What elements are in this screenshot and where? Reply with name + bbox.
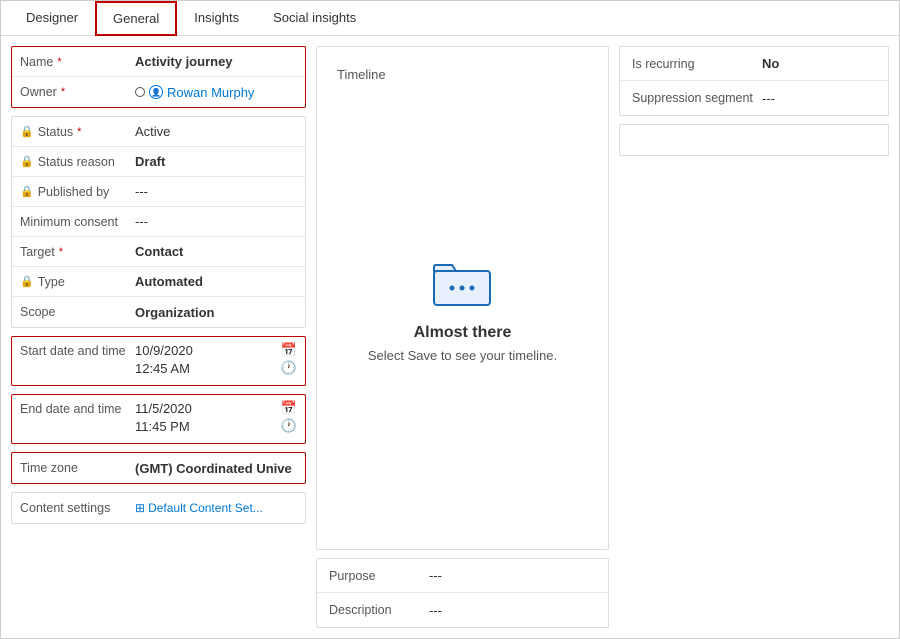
type-value: Automated <box>135 274 297 289</box>
published-lock-icon: 🔒 <box>20 185 34 198</box>
tab-bar: Designer General Insights Social insight… <box>1 1 899 36</box>
type-label: 🔒 Type <box>20 275 135 289</box>
is-recurring-value: No <box>762 56 876 71</box>
end-clock-icon[interactable]: 🕐 <box>281 418 297 434</box>
status-row: 🔒 Status * Active <box>12 117 305 147</box>
published-by-row: 🔒 Published by --- <box>12 177 305 207</box>
owner-required: * <box>61 86 65 98</box>
main-content: Name * Activity journey Owner * 👤 <box>1 36 899 638</box>
suppression-value: --- <box>762 91 876 106</box>
form-section-top: Name * Activity journey Owner * 👤 <box>11 46 306 108</box>
end-date-date[interactable]: 11/5/2020 <box>135 401 192 416</box>
description-label: Description <box>329 603 429 617</box>
form-section-middle: 🔒 Status * Active 🔒 Status reason Draft <box>11 116 306 328</box>
name-value[interactable]: Activity journey <box>135 54 297 69</box>
start-date-section: Start date and time 10/9/2020 📅 12:45 AM… <box>11 336 306 386</box>
tab-social-insights[interactable]: Social insights <box>256 1 373 36</box>
start-date-values: 10/9/2020 📅 12:45 AM 🕐 <box>135 342 297 376</box>
owner-value[interactable]: 👤 Rowan Murphy <box>135 85 297 100</box>
published-by-value: --- <box>135 184 297 199</box>
target-value: Contact <box>135 244 297 259</box>
status-reason-row: 🔒 Status reason Draft <box>12 147 305 177</box>
type-row: 🔒 Type Automated <box>12 267 305 297</box>
description-row: Description --- <box>317 593 608 627</box>
folder-icon-container: Almost there Select Save to see your tim… <box>368 92 557 529</box>
purpose-value[interactable]: --- <box>429 568 596 583</box>
is-recurring-row: Is recurring No <box>620 47 888 81</box>
start-date-row: Start date and time 10/9/2020 📅 12:45 AM… <box>12 337 305 385</box>
folder-icon <box>432 259 492 312</box>
start-clock-icon[interactable]: 🕐 <box>281 360 297 376</box>
end-date-time[interactable]: 11:45 PM <box>135 419 190 434</box>
middle-panel: Timeline Almo <box>316 46 609 628</box>
start-date-time[interactable]: 12:45 AM <box>135 361 190 376</box>
status-reason-label: 🔒 Status reason <box>20 155 135 169</box>
start-date-date-row: 10/9/2020 📅 <box>135 342 297 358</box>
end-date-values: 11/5/2020 📅 11:45 PM 🕐 <box>135 400 297 434</box>
start-date-label: Start date and time <box>20 342 135 358</box>
minimum-consent-row: Minimum consent --- <box>12 207 305 237</box>
app-container: Designer General Insights Social insight… <box>0 0 900 639</box>
is-recurring-label: Is recurring <box>632 57 762 71</box>
content-settings-label: Content settings <box>20 501 135 515</box>
owner-label: Owner * <box>20 85 135 99</box>
status-label: 🔒 Status * <box>20 125 135 139</box>
scope-label: Scope <box>20 305 135 319</box>
scope-value: Organization <box>135 305 297 320</box>
scope-row: Scope Organization <box>12 297 305 327</box>
description-value[interactable]: --- <box>429 603 596 618</box>
content-settings-grid-icon: ⊞ <box>135 501 145 515</box>
start-calendar-icon[interactable]: 📅 <box>281 342 297 358</box>
end-date-date-row: 11/5/2020 📅 <box>135 400 297 416</box>
target-required: * <box>59 246 63 258</box>
minimum-consent-value: --- <box>135 214 297 229</box>
empty-right-box <box>619 124 889 156</box>
timezone-row: Time zone (GMT) Coordinated Unive <box>12 453 305 483</box>
start-date-time-row: 12:45 AM 🕐 <box>135 360 297 376</box>
content-settings-section: Content settings ⊞ Default Content Set..… <box>11 492 306 524</box>
tab-designer[interactable]: Designer <box>9 1 95 36</box>
end-date-label: End date and time <box>20 400 135 416</box>
content-settings-row: Content settings ⊞ Default Content Set..… <box>12 493 305 523</box>
owner-row: Owner * 👤 Rowan Murphy <box>12 77 305 107</box>
right-info-box: Is recurring No Suppression segment --- <box>619 46 889 116</box>
end-date-time-row: 11:45 PM 🕐 <box>135 418 297 434</box>
minimum-consent-label: Minimum consent <box>20 215 135 229</box>
status-reason-lock-icon: 🔒 <box>20 155 34 168</box>
almost-there-heading: Almost there <box>414 324 512 342</box>
status-reason-value: Draft <box>135 154 297 169</box>
end-calendar-icon[interactable]: 📅 <box>281 400 297 416</box>
owner-person-icon: 👤 <box>149 85 163 99</box>
left-panel: Name * Activity journey Owner * 👤 <box>11 46 306 628</box>
tab-insights[interactable]: Insights <box>177 1 256 36</box>
purpose-label: Purpose <box>329 569 429 583</box>
timeline-label: Timeline <box>337 67 386 82</box>
status-value: Active <box>135 124 297 139</box>
end-date-row: End date and time 11/5/2020 📅 11:45 PM 🕐 <box>12 395 305 443</box>
end-date-section: End date and time 11/5/2020 📅 11:45 PM 🕐 <box>11 394 306 444</box>
name-label: Name * <box>20 55 135 69</box>
name-required: * <box>57 56 61 68</box>
suppression-label: Suppression segment <box>632 91 762 105</box>
type-lock-icon: 🔒 <box>20 275 34 288</box>
timezone-label: Time zone <box>20 461 135 475</box>
save-hint-text: Select Save to see your timeline. <box>368 348 557 363</box>
status-required: * <box>77 126 81 138</box>
right-panel: Is recurring No Suppression segment --- <box>619 46 889 628</box>
target-row: Target * Contact <box>12 237 305 267</box>
timezone-value[interactable]: (GMT) Coordinated Unive <box>135 461 297 476</box>
timezone-section: Time zone (GMT) Coordinated Unive <box>11 452 306 484</box>
purpose-row: Purpose --- <box>317 559 608 593</box>
timeline-box: Timeline Almo <box>316 46 609 550</box>
owner-circle-icon <box>135 87 145 97</box>
status-lock-icon: 🔒 <box>20 125 34 138</box>
tab-general[interactable]: General <box>95 1 177 36</box>
target-label: Target * <box>20 245 135 259</box>
published-by-label: 🔒 Published by <box>20 185 135 199</box>
start-date-date[interactable]: 10/9/2020 <box>135 343 193 358</box>
content-settings-value[interactable]: ⊞ Default Content Set... <box>135 501 297 515</box>
name-row: Name * Activity journey <box>12 47 305 77</box>
suppression-row: Suppression segment --- <box>620 81 888 115</box>
purpose-box: Purpose --- Description --- <box>316 558 609 628</box>
